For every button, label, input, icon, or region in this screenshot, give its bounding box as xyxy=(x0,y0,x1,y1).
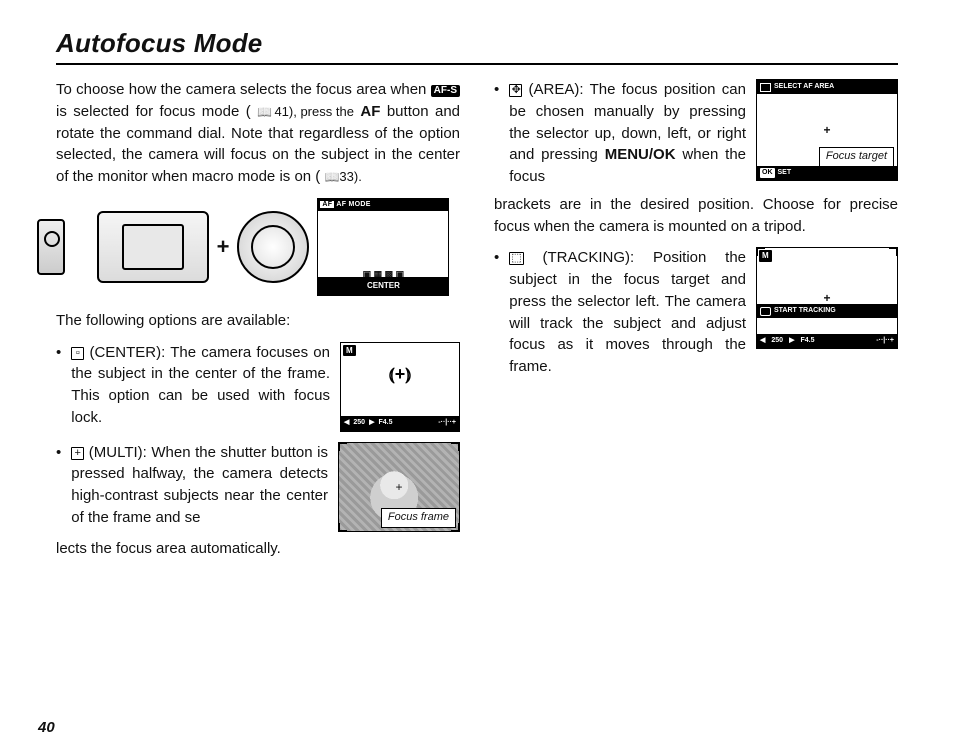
option-area: • SELECT AF AREA + Focus target OK xyxy=(494,79,898,188)
tracking-thumb: M + START TRACKING ◀250▶ F4.5 -··|··+ xyxy=(756,247,898,349)
book-icon xyxy=(324,168,339,185)
bullet-icon: • xyxy=(494,247,499,378)
center-status: ◀250▶ F4.5 -··|··+ xyxy=(341,416,459,430)
manual-page: Autofocus Mode To choose how the camera … xyxy=(0,0,954,748)
area-footer: OK SET xyxy=(757,166,897,180)
afs-icon: AF-S xyxy=(431,85,460,97)
multi-name: (MULTI): xyxy=(84,444,151,461)
tracking-name: (TRACKING): xyxy=(524,249,653,266)
af-bold: AF xyxy=(360,103,380,120)
center-thumb: M ⦅+⦆ ◀250▶ F4.5 -··|··+ xyxy=(340,342,460,432)
multi-thumb: + Focus frame xyxy=(338,442,460,532)
lcd-header-tag: AF xyxy=(320,201,334,208)
area-caption: Focus target xyxy=(819,147,894,167)
command-dial-illustration xyxy=(237,211,309,283)
area-mode-icon: ✥ xyxy=(509,84,522,97)
option-center: • M ⦅+⦆ ◀250▶ F4.5 -··|··+ ▫ (CENTER): T… xyxy=(56,342,460,436)
camera-back-illustration xyxy=(97,211,209,283)
bullet-icon: • xyxy=(56,442,61,532)
camera-screen-illustration xyxy=(122,224,184,270)
tracking-mid-text: START TRACKING xyxy=(774,306,836,316)
multi-caption: Focus frame xyxy=(381,508,456,528)
tracking-text: Position the subject in the focus target… xyxy=(509,249,746,375)
multi-mode-icon: + xyxy=(71,447,84,460)
page-ref-33: 33). xyxy=(339,168,361,187)
page-ref-41: 41), press the xyxy=(274,103,354,122)
book-icon xyxy=(257,103,274,120)
plus-icon: + xyxy=(217,231,230,263)
menuok-bold: MENU/OK xyxy=(605,146,676,163)
shutter-value: 250 xyxy=(771,336,783,346)
bullet-icon: • xyxy=(494,79,499,188)
shutter-value: 250 xyxy=(353,418,365,428)
columns: To choose how the camera selects the foc… xyxy=(56,79,898,569)
right-column: • SELECT AF AREA + Focus target OK xyxy=(494,79,898,569)
bullet-icon: • xyxy=(56,342,61,436)
intro-seg2: is selected for focus mode ( xyxy=(56,103,251,120)
ok-badge: OK xyxy=(760,168,775,178)
lcd-header: AFAF MODE xyxy=(318,199,448,211)
mode-badge: M xyxy=(343,345,356,357)
option-multi: • + Focus frame + (MULTI): When the shut… xyxy=(56,442,460,532)
figure-row: + AFAF MODE ▣ ▦ ▩ ▣ CENTER xyxy=(56,198,460,296)
area-cont: brackets are in the desired position. Ch… xyxy=(494,194,898,238)
tracking-mode-icon: ⬚ xyxy=(509,252,523,265)
lcd-illustration: AFAF MODE ▣ ▦ ▩ ▣ CENTER xyxy=(317,198,449,296)
intro-seg1: To choose how the camera selects the foc… xyxy=(56,81,431,98)
options-lead: The following options are available: xyxy=(56,310,460,332)
left-column: To choose how the camera selects the foc… xyxy=(56,79,460,569)
set-label: SET xyxy=(778,168,792,178)
option-tracking: • M + START TRACKING ◀250▶ F4.5 -··|··+ xyxy=(494,247,898,378)
af-button-illustration xyxy=(37,219,65,275)
tracking-status: ◀250▶ F4.5 -··|··+ xyxy=(757,334,897,348)
aperture-value: F4.5 xyxy=(378,418,392,428)
lcd-footer: CENTER xyxy=(318,277,448,295)
lcd-header-text: AF MODE xyxy=(336,201,370,208)
section-title: Autofocus Mode xyxy=(56,28,898,65)
center-name: (CENTER): xyxy=(84,344,170,361)
area-name: (AREA): xyxy=(522,81,589,98)
multi-cont: lects the focus area automatically. xyxy=(56,538,460,560)
center-focus-icon: ⦅+⦆ xyxy=(389,361,412,387)
intro-paragraph: To choose how the camera selects the foc… xyxy=(56,79,460,188)
aperture-value: F4.5 xyxy=(800,336,814,346)
tracking-mid: START TRACKING xyxy=(757,304,897,318)
page-number: 40 xyxy=(38,719,55,736)
center-mode-icon: ▫ xyxy=(71,347,84,360)
area-thumb: SELECT AF AREA + Focus target OK SET xyxy=(756,79,898,181)
